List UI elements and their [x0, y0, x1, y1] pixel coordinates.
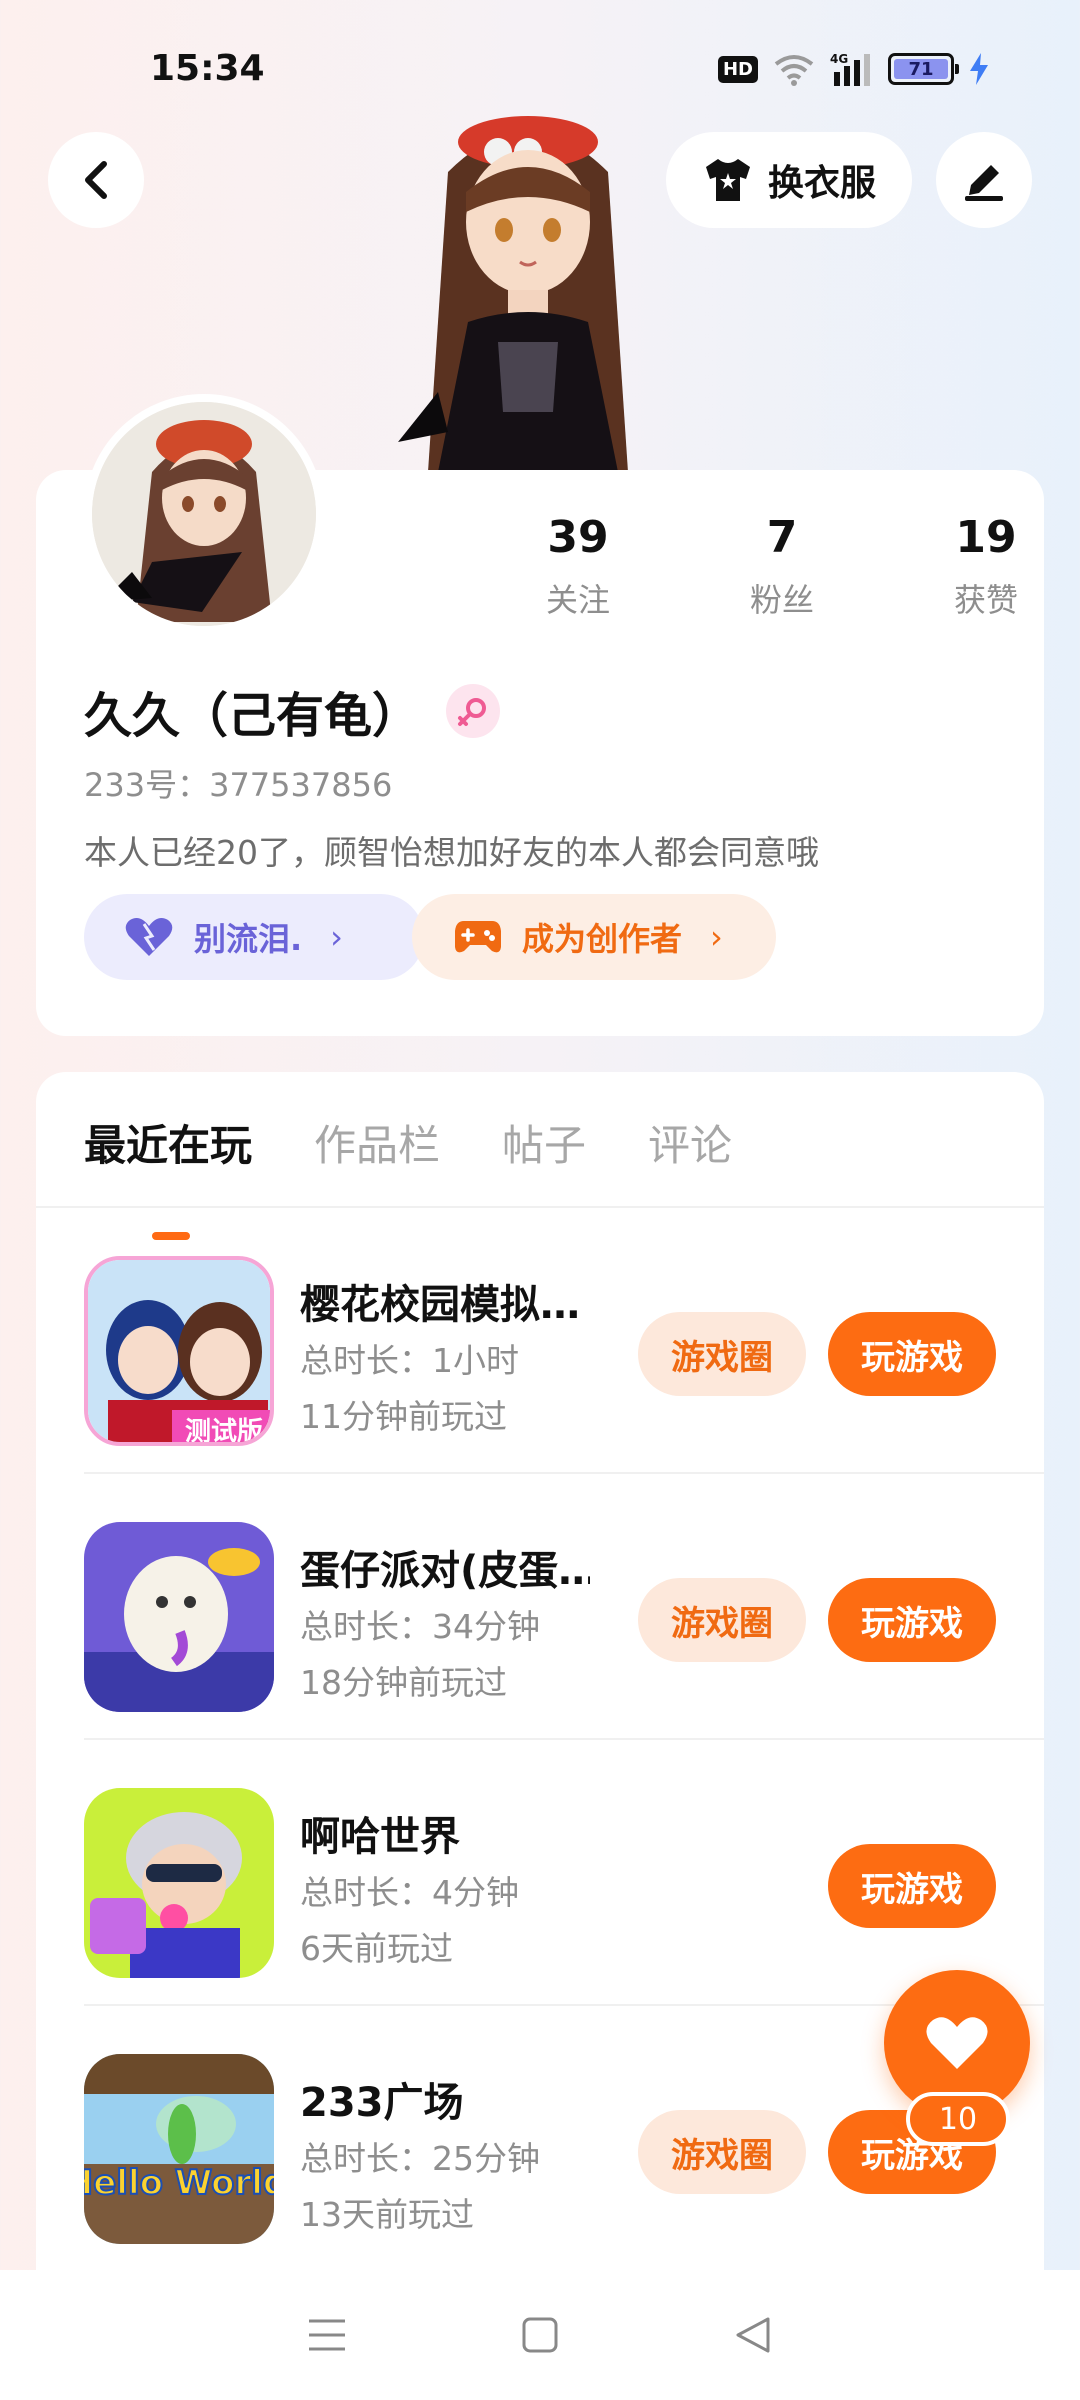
- game-last-played: 11分钟前玩过: [300, 1397, 507, 1436]
- game-last-played: 13天前玩过: [300, 2195, 474, 2234]
- game-title: 233广场: [300, 2080, 464, 2126]
- menu-nav-button[interactable]: [303, 2311, 351, 2359]
- gamepad-icon: [455, 921, 501, 953]
- user-name-row: 久久（己有龟）: [84, 676, 501, 746]
- tab-posts[interactable]: 帖子: [502, 1112, 586, 1173]
- tab-works[interactable]: 作品栏: [314, 1112, 440, 1173]
- heart-icon: [125, 918, 173, 956]
- signal-icon: 4G: [830, 52, 870, 86]
- game-icon-image: Hello World: [84, 2054, 274, 2244]
- hd-badge: HD: [717, 55, 758, 83]
- user-id: 233号：377537856: [84, 766, 393, 804]
- change-outfit-label: 换衣服: [767, 163, 876, 204]
- gender-badge: [446, 684, 501, 738]
- game-icon-233-plaza[interactable]: Hello World: [84, 2054, 274, 2244]
- character-figure-image: [398, 116, 628, 472]
- stat-likes[interactable]: 19 获赞: [884, 512, 1080, 621]
- group-pill-label: 别流泪.: [194, 920, 303, 958]
- play-game-button[interactable]: 玩游戏: [828, 1312, 996, 1396]
- network-type: 4G: [830, 52, 848, 66]
- battery-indicator: 71: [888, 53, 959, 85]
- heart-icon: [926, 2017, 988, 2069]
- user-bio: 本人已经20了，顾智怡想加好友的本人都会同意哦: [84, 833, 819, 872]
- game-duration: 总时长：1小时: [300, 1341, 519, 1380]
- battery-level: 71: [894, 59, 948, 80]
- game-icon-sakura[interactable]: 测试版: [84, 1256, 274, 1446]
- game-circle-button[interactable]: 游戏圈: [638, 2110, 806, 2194]
- avatar[interactable]: [84, 394, 324, 634]
- play-game-button[interactable]: 玩游戏: [828, 1578, 996, 1662]
- chevron-right-icon: ›: [710, 918, 723, 956]
- game-title: 蛋仔派对(皮蛋…: [300, 1548, 590, 1594]
- charging-bolt-icon: [970, 53, 988, 85]
- system-nav-bar: [0, 2270, 1080, 2400]
- female-gender-icon: [458, 698, 487, 726]
- stat-fans[interactable]: 7 粉丝: [680, 512, 884, 621]
- game-row[interactable]: 蛋仔派对(皮蛋… 总时长：34分钟 18分钟前玩过 游戏圈 玩游戏: [84, 1474, 1044, 1740]
- game-duration: 总时长：4分钟: [300, 1873, 519, 1912]
- like-count-badge: 10: [906, 2092, 1010, 2146]
- game-circle-button[interactable]: 游戏圈: [638, 1312, 806, 1396]
- profile-stats: 39 关注 7 粉丝 19 获赞: [476, 512, 1080, 621]
- game-row[interactable]: 测试版 樱花校园模拟… 总时长：1小时 11分钟前玩过 游戏圈 玩游戏: [84, 1208, 1044, 1474]
- status-icons: HD 4G 71: [717, 52, 990, 86]
- edit-pen-icon: [965, 165, 1003, 201]
- play-game-button[interactable]: 玩游戏: [828, 1844, 996, 1928]
- game-row[interactable]: 啊哈世界 总时长：4分钟 6天前玩过 玩游戏: [84, 1740, 1044, 2006]
- tab-comments[interactable]: 评论: [648, 1112, 732, 1173]
- become-creator-label: 成为创作者: [522, 920, 683, 958]
- shirt-icon: [705, 159, 750, 201]
- avatar-image: [92, 402, 316, 626]
- game-icon-text: 测试版: [185, 1417, 263, 1446]
- profile-tabs: 最近在玩 作品栏 帖子 评论: [84, 1112, 732, 1240]
- game-duration: 总时长：34分钟: [300, 1607, 540, 1646]
- status-time: 15:34: [150, 48, 265, 89]
- stat-likes-label: 获赞: [953, 581, 1018, 619]
- game-title: 樱花校园模拟…: [300, 1282, 580, 1328]
- game-icon-eggy-party[interactable]: [84, 1522, 274, 1712]
- edit-profile-button[interactable]: [936, 132, 1032, 228]
- game-icon-image: [84, 1788, 274, 1978]
- game-icon-aha-world[interactable]: [84, 1788, 274, 1978]
- menu-icon: [308, 2319, 345, 2351]
- back-arrow-icon: [85, 161, 107, 199]
- game-title: 啊哈世界: [300, 1814, 460, 1860]
- game-last-played: 18分钟前玩过: [300, 1663, 507, 1702]
- back-button[interactable]: [48, 132, 144, 228]
- game-circle-button[interactable]: 游戏圈: [638, 1578, 806, 1662]
- stat-following-label: 关注: [545, 581, 610, 619]
- chevron-right-icon: ›: [330, 918, 343, 956]
- game-last-played: 6天前玩过: [300, 1929, 453, 1968]
- back-triangle-icon: [736, 2317, 770, 2353]
- user-name: 久久（己有龟）: [84, 688, 421, 744]
- game-icon-text: Hello World: [84, 2163, 274, 2203]
- stat-fans-label: 粉丝: [749, 581, 814, 619]
- become-creator-button[interactable]: 成为创作者 ›: [412, 894, 776, 980]
- game-icon-image: 测试版: [88, 1260, 270, 1446]
- change-outfit-button[interactable]: 换衣服: [666, 132, 912, 228]
- group-pill-button[interactable]: 别流泪. ›: [84, 894, 424, 980]
- wifi-icon: [774, 55, 814, 86]
- home-square-icon: [522, 2317, 558, 2353]
- game-icon-image: [84, 1522, 274, 1712]
- profile-card: 39 关注 7 粉丝 19 获赞 久久（己有龟） 233号：377537856 …: [36, 394, 1044, 1036]
- home-nav-button[interactable]: [516, 2311, 564, 2359]
- recent-games-card: 最近在玩 作品栏 帖子 评论 测试版 樱花校园模拟… 总时长：1小时 11分钟前…: [36, 1072, 1044, 2400]
- stat-following[interactable]: 39 关注: [476, 512, 680, 621]
- stat-following-count: 39: [547, 512, 609, 563]
- stat-fans-count: 7: [766, 512, 798, 563]
- game-duration: 总时长：25分钟: [300, 2139, 540, 2178]
- stat-likes-count: 19: [955, 512, 1017, 563]
- back-nav-button[interactable]: [729, 2311, 777, 2359]
- tab-recently-played[interactable]: 最近在玩: [84, 1112, 252, 1240]
